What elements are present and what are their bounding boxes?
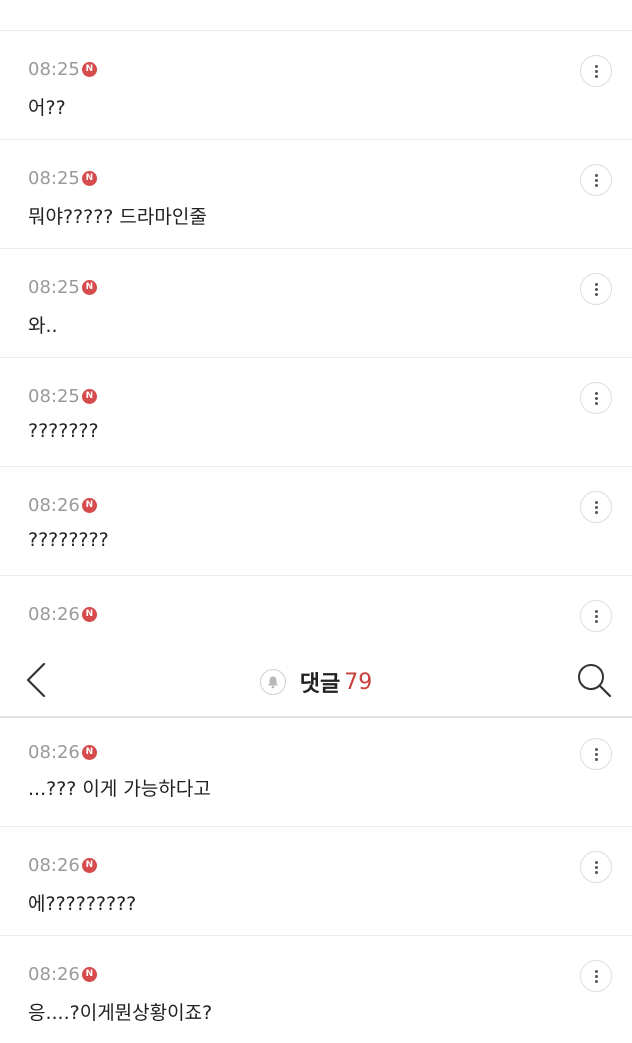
comment-text: ??????? bbox=[28, 420, 99, 442]
comment-item: 08:25 N 와.. bbox=[0, 249, 632, 358]
comment-meta: 08:26 N bbox=[28, 855, 97, 876]
comment-item: 08:26 N 응....?이게뭔상황이죠? bbox=[0, 936, 632, 1043]
comment-time: 08:25 bbox=[28, 386, 80, 407]
comment-time: 08:26 bbox=[28, 855, 80, 876]
notification-bell-button[interactable] bbox=[259, 669, 286, 695]
comment-time: 08:25 bbox=[28, 59, 80, 80]
comment-time: 08:26 bbox=[28, 964, 80, 985]
new-badge-icon: N bbox=[81, 745, 97, 760]
comment-item: 08:26 N ...??? 이게 가능하다고 bbox=[0, 718, 632, 827]
comment-text: 응....?이게뭔상황이죠? bbox=[28, 1002, 213, 1024]
new-badge-icon: N bbox=[81, 389, 97, 404]
more-options-button[interactable] bbox=[580, 491, 612, 523]
more-options-button[interactable] bbox=[580, 851, 612, 883]
comment-item: 08:26 N ???????? bbox=[0, 467, 632, 576]
comment-item: 08:25 N 뭐야????? 드라마인줄 bbox=[0, 140, 632, 249]
bell-icon bbox=[267, 676, 278, 689]
list-top-spacer bbox=[0, 0, 632, 31]
comment-item: 08:26 N 에????????? bbox=[0, 827, 632, 936]
new-badge-icon: N bbox=[81, 858, 97, 873]
new-badge-icon: N bbox=[81, 967, 97, 982]
vertical-dots-icon bbox=[594, 747, 598, 761]
more-options-button[interactable] bbox=[580, 738, 612, 770]
comment-text: ???????? bbox=[28, 529, 109, 551]
vertical-dots-icon bbox=[594, 860, 598, 874]
new-badge-icon: N bbox=[81, 62, 97, 77]
comment-time: 08:26 bbox=[28, 604, 80, 625]
comment-time: 08:26 bbox=[28, 742, 80, 763]
vertical-dots-icon bbox=[594, 500, 598, 514]
comment-meta: 08:26 N bbox=[28, 742, 97, 763]
comment-meta: 08:25 N bbox=[28, 59, 97, 80]
page-title: 댓글 bbox=[299, 672, 341, 697]
vertical-dots-icon bbox=[594, 391, 598, 405]
search-icon bbox=[578, 664, 612, 698]
vertical-dots-icon bbox=[594, 173, 598, 187]
more-options-button[interactable] bbox=[580, 382, 612, 414]
comments-header: 댓글 79 bbox=[0, 646, 632, 718]
header-title-group: 댓글 79 bbox=[0, 666, 632, 698]
comment-time: 08:25 bbox=[28, 168, 80, 189]
comment-item: 08:26 N bbox=[0, 576, 632, 646]
comment-meta: 08:26 N bbox=[28, 604, 97, 625]
comment-text: 와.. bbox=[28, 315, 58, 337]
more-options-button[interactable] bbox=[580, 55, 612, 87]
more-options-button[interactable] bbox=[580, 960, 612, 992]
comment-item: 08:25 N 어?? bbox=[0, 31, 632, 140]
more-options-button[interactable] bbox=[580, 273, 612, 305]
comment-meta: 08:25 N bbox=[28, 386, 97, 407]
comment-time: 08:25 bbox=[28, 277, 80, 298]
comment-meta: 08:26 N bbox=[28, 495, 97, 516]
more-options-button[interactable] bbox=[580, 164, 612, 196]
new-badge-icon: N bbox=[81, 498, 97, 513]
comments-screen: 08:25 N 어?? 08:25 N 뭐야????? 드라마인줄 08:25 … bbox=[0, 0, 632, 1043]
comment-item: 08:25 N ??????? bbox=[0, 358, 632, 467]
comment-meta: 08:25 N bbox=[28, 277, 97, 298]
vertical-dots-icon bbox=[594, 969, 598, 983]
comment-time: 08:26 bbox=[28, 495, 80, 516]
comment-text: 어?? bbox=[28, 97, 66, 119]
comment-text: 뭐야????? 드라마인줄 bbox=[28, 206, 207, 228]
vertical-dots-icon bbox=[594, 64, 598, 78]
comment-text: 에????????? bbox=[28, 893, 137, 915]
new-badge-icon: N bbox=[81, 280, 97, 295]
comment-count: 79 bbox=[344, 669, 373, 695]
vertical-dots-icon bbox=[594, 609, 598, 623]
comment-meta: 08:25 N bbox=[28, 168, 97, 189]
comment-text: ...??? 이게 가능하다고 bbox=[28, 778, 211, 800]
new-badge-icon: N bbox=[81, 607, 97, 622]
search-button[interactable] bbox=[574, 660, 614, 700]
comment-meta: 08:26 N bbox=[28, 964, 97, 985]
new-badge-icon: N bbox=[81, 171, 97, 186]
more-options-button[interactable] bbox=[580, 600, 612, 632]
vertical-dots-icon bbox=[594, 282, 598, 296]
